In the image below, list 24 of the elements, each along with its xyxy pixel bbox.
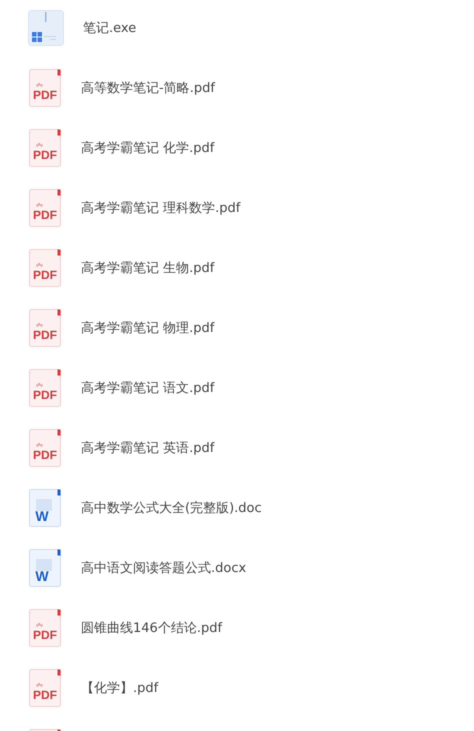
- file-name[interactable]: 高考学霸笔记 语文.pdf: [81, 379, 214, 397]
- program-file-icon: [28, 10, 64, 46]
- pdf-file-icon: PDF: [28, 129, 62, 167]
- word-file-icon: W: [28, 549, 62, 587]
- file-name[interactable]: 高考学霸笔记 英语.pdf: [81, 439, 214, 457]
- pdf-file-icon: PDF: [28, 69, 62, 107]
- pdf-file-icon: PDF: [28, 189, 62, 227]
- pdf-file-icon: PDF: [28, 369, 62, 407]
- file-name[interactable]: 高中数学公式大全(完整版).doc: [81, 499, 262, 517]
- file-name[interactable]: 高考学霸笔记 物理.pdf: [81, 319, 214, 337]
- file-name[interactable]: 【化学】.pdf: [81, 679, 158, 697]
- pdf-file-icon: PDF: [28, 669, 62, 707]
- pdf-file-icon: PDF: [28, 309, 62, 347]
- pdf-file-icon: PDF: [28, 429, 62, 467]
- file-name[interactable]: 高考学霸笔记 生物.pdf: [81, 259, 214, 277]
- file-name[interactable]: 高考学霸笔记 理科数学.pdf: [81, 199, 240, 217]
- file-name[interactable]: 圆锥曲线146个结论.pdf: [81, 619, 222, 637]
- file-name[interactable]: 高等数学笔记-简略.pdf: [81, 79, 215, 97]
- file-name[interactable]: 高中语文阅读答题公式.docx: [81, 559, 246, 577]
- file-name[interactable]: 笔记.exe: [83, 19, 136, 37]
- word-file-icon: W: [28, 489, 62, 527]
- pdf-file-icon: PDF: [28, 609, 62, 647]
- file-name[interactable]: 高考学霸笔记 化学.pdf: [81, 139, 214, 157]
- pdf-file-icon: PDF: [28, 249, 62, 287]
